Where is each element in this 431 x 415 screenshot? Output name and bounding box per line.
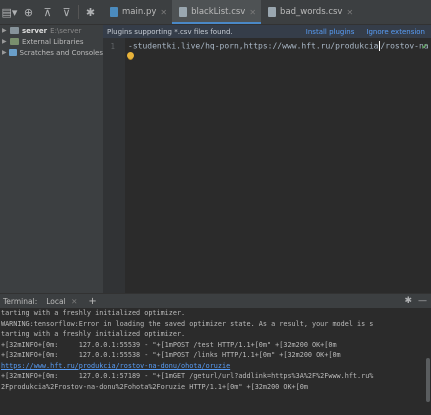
tree-root-path: E:\server — [50, 26, 82, 35]
tab-blacklist-csv[interactable]: blackList.csv ✕ — [172, 0, 262, 24]
ide-window: ▤▾ ⊕ ⊼ ⊽ ✱ main.py ✕ blackList.csv ✕ bad… — [0, 0, 431, 415]
python-file-icon — [110, 7, 118, 17]
plugin-suggestion-banner: Plugins supporting *.csv files found. In… — [103, 25, 431, 38]
code-editor[interactable]: 1 -studentki.live/hq-porn,https://www.hf… — [103, 38, 431, 293]
terminal-line: tarting with a freshly initialized optim… — [1, 309, 186, 317]
tab-bad-words-csv[interactable]: bad_words.csv ✕ — [261, 0, 358, 24]
terminal-tab-local[interactable]: Local ✕ — [43, 296, 81, 310]
close-icon[interactable]: ✕ — [346, 8, 353, 17]
add-terminal-button[interactable]: + — [88, 296, 96, 307]
tree-root-label: server — [22, 26, 48, 35]
chevron-right-icon[interactable]: ▶ — [2, 38, 10, 45]
project-view-icon[interactable]: ▤▾ — [0, 0, 19, 24]
tab-main-py[interactable]: main.py ✕ — [103, 0, 172, 24]
csv-file-icon — [179, 7, 188, 17]
library-icon — [10, 38, 19, 45]
settings-gear-icon[interactable]: ✱ — [81, 0, 100, 24]
csv-file-icon — [268, 7, 277, 17]
terminal-output[interactable]: tarting with a freshly initialized optim… — [0, 308, 431, 415]
code-text-before-caret: -studentki.live/hq-porn,https://www.hft.… — [128, 41, 379, 51]
terminal-title: Terminal: — [3, 296, 38, 306]
terminal-line: +[32mINFO+[0m: 127.0.0.1:55539 - "+[1mPO… — [1, 340, 337, 349]
code-line[interactable]: -studentki.live/hq-porn,https://www.hft.… — [128, 41, 429, 51]
tab-label: bad_words.csv — [280, 7, 343, 17]
terminal-line: +[32mINFO+[0m: 127.0.0.1:57189 - "+[1mGE… — [1, 372, 374, 380]
tree-item-external-libraries[interactable]: ▶ External Libraries — [0, 36, 103, 47]
project-tree: ▶ server E:\server ▶ External Libraries … — [0, 25, 103, 293]
editor-tabs: main.py ✕ blackList.csv ✕ bad_words.csv … — [103, 0, 431, 25]
banner-message: Plugins supporting *.csv files found. — [107, 27, 233, 36]
tree-item-scratches[interactable]: ▶ Scratches and Consoles — [0, 47, 103, 58]
tree-item-server[interactable]: ▶ server E:\server — [0, 25, 103, 36]
tab-label: blackList.csv — [191, 7, 246, 17]
close-icon[interactable]: ✕ — [249, 8, 256, 17]
gear-icon[interactable]: ✱ — [404, 296, 412, 306]
chevron-right-icon[interactable]: ▶ — [2, 27, 10, 34]
minimize-icon[interactable]: — — [418, 296, 427, 306]
scratches-icon — [8, 49, 17, 56]
locate-icon[interactable]: ⊕ — [19, 0, 38, 24]
close-icon[interactable]: ✕ — [71, 297, 77, 306]
editor-gutter — [103, 38, 125, 293]
line-number: 1 — [110, 42, 115, 51]
terminal-url-link[interactable]: https://www.hft.ru/produkcia/rostov-na-d… — [0, 361, 431, 372]
tab-label: main.py — [122, 7, 157, 17]
toolbar-divider — [78, 5, 79, 19]
tree-item-label: External Libraries — [22, 37, 84, 46]
tree-item-label: Scratches and Consoles — [19, 48, 104, 57]
lightbulb-icon[interactable] — [127, 52, 134, 59]
expand-all-icon[interactable]: ⊽ — [57, 0, 76, 24]
chevron-right-icon[interactable]: ▶ — [2, 49, 9, 56]
collapse-all-icon[interactable]: ⊼ — [38, 0, 57, 24]
install-plugins-link[interactable]: Install plugins — [306, 28, 355, 36]
terminal-header: Terminal: Local ✕ + ✱ — — [0, 293, 431, 310]
folder-icon — [10, 27, 19, 34]
project-toolbar: ▤▾ ⊕ ⊼ ⊽ ✱ — [0, 0, 103, 25]
checkmark-icon: ✔ — [421, 42, 428, 51]
close-icon[interactable]: ✕ — [160, 8, 167, 17]
terminal-line: tarting with a freshly initialized optim… — [1, 330, 186, 338]
vertical-scrollbar[interactable] — [426, 358, 430, 402]
terminal-line: +[32mINFO+[0m: 127.0.0.1:55538 - "+[1mPO… — [1, 351, 341, 359]
ignore-extension-link[interactable]: Ignore extension — [366, 28, 425, 36]
terminal-tab-label: Local — [46, 296, 66, 306]
terminal-line: WARNING:tensorflow:Error in loading the … — [1, 319, 374, 328]
terminal-line: 2Fprodukcia%2Frostov-na-donu%2Fohota%2Fo… — [1, 382, 308, 391]
